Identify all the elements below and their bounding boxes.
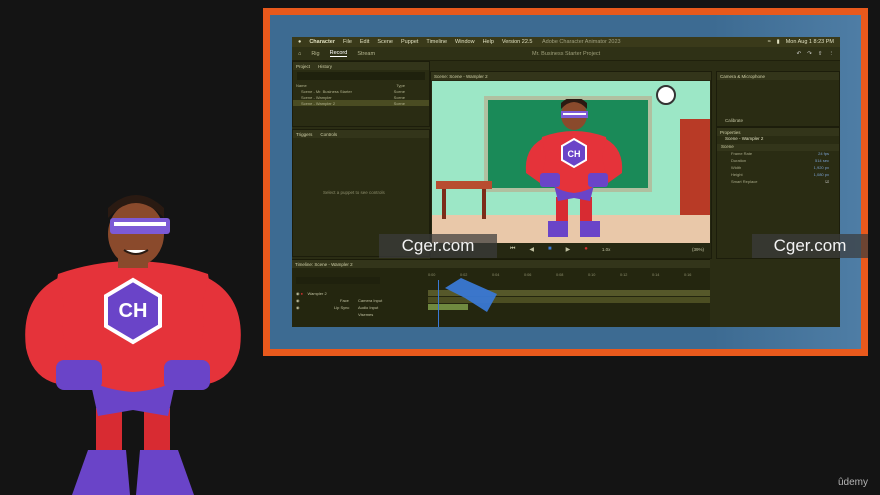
watermark: Cger.com (752, 234, 868, 258)
superhero-mascot: CH (25, 195, 241, 495)
watermark: Cger.com (379, 234, 497, 258)
svg-text:CH: CH (119, 300, 148, 322)
highlight-frame (263, 8, 868, 356)
video-frame: CH ● Character File Edit Scene Puppet Ti… (0, 0, 880, 495)
udemy-logo: ûdemy (837, 477, 868, 488)
pointer-arrow (445, 278, 497, 312)
